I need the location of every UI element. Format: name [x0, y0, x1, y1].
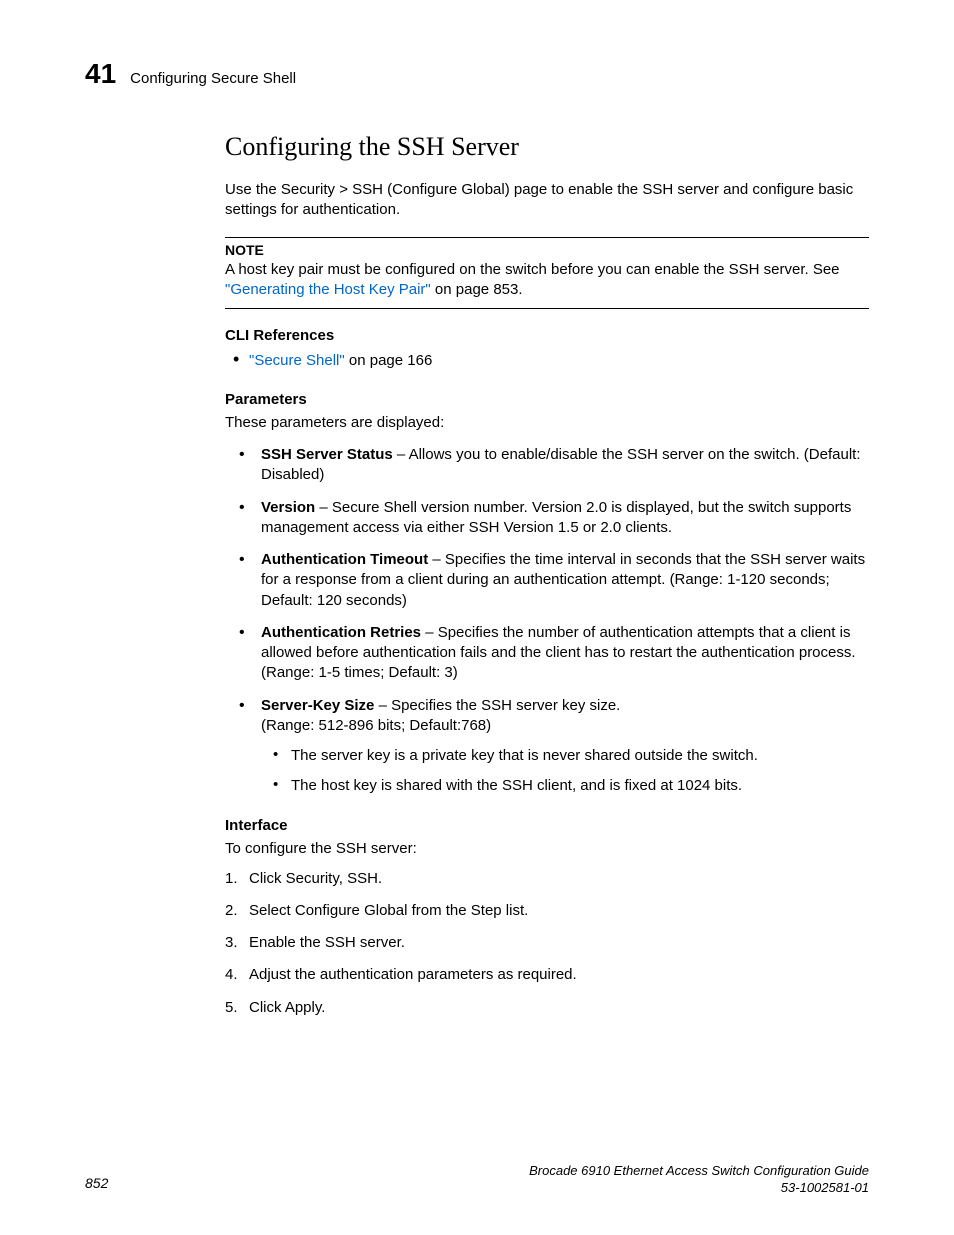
- steps-list: 1. Click Security, SSH. 2. Select Configur…: [225, 869, 869, 1018]
- param-name: SSH Server Status: [261, 446, 393, 463]
- note-link[interactable]: "Generating the Host Key Pair": [225, 281, 431, 298]
- page-content: Configuring the SSH Server Use the Secur…: [225, 132, 869, 1030]
- parameters-heading: Parameters: [225, 391, 869, 408]
- param-subitem: The host key is shared with the SSH clie…: [261, 776, 869, 796]
- cli-item: "Secure Shell" on page 166: [225, 350, 869, 371]
- note-text-after: on page 853.: [431, 281, 523, 298]
- chapter-title: Configuring Secure Shell: [130, 70, 296, 87]
- interface-heading: Interface: [225, 817, 869, 834]
- cli-list: "Secure Shell" on page 166: [225, 350, 869, 371]
- page-number: 852: [85, 1175, 108, 1191]
- step-text: Adjust the authentication parameters as …: [249, 966, 577, 983]
- cli-heading: CLI References: [225, 327, 869, 344]
- chapter-number: 41: [85, 58, 116, 90]
- param-item: SSH Server Status – Allows you to enable…: [225, 445, 869, 486]
- param-item: Authentication Timeout – Specifies the t…: [225, 550, 869, 611]
- param-item: Version – Secure Shell version number. V…: [225, 498, 869, 539]
- note-text: A host key pair must be configured on th…: [225, 260, 869, 301]
- interface-intro: To configure the SSH server:: [225, 840, 869, 857]
- step-text: Click Security, SSH.: [249, 870, 382, 887]
- step-number: 4.: [225, 965, 238, 985]
- step-item: 2. Select Configure Global from the Step …: [225, 901, 869, 921]
- step-item: 1. Click Security, SSH.: [225, 869, 869, 889]
- note-title: NOTE: [225, 242, 869, 258]
- step-item: 4. Adjust the authentication parameters a…: [225, 965, 869, 985]
- step-item: 3. Enable the SSH server.: [225, 933, 869, 953]
- page-header: 41 Configuring Secure Shell: [85, 58, 869, 90]
- param-item: Server-Key Size – Specifies the SSH serv…: [225, 696, 869, 797]
- parameters-intro: These parameters are displayed:: [225, 414, 869, 431]
- step-text: Enable the SSH server.: [249, 934, 405, 951]
- footer-right: Brocade 6910 Ethernet Access Switch Conf…: [529, 1163, 869, 1197]
- step-number: 3.: [225, 933, 238, 953]
- intro-paragraph: Use the Security > SSH (Configure Global…: [225, 180, 869, 221]
- param-item: Authentication Retries – Specifies the n…: [225, 623, 869, 684]
- param-name: Authentication Timeout: [261, 551, 428, 568]
- step-item: 5. Click Apply.: [225, 998, 869, 1018]
- param-subitem: The server key is a private key that is …: [261, 746, 869, 766]
- footer-doc-id: 53-1002581-01: [529, 1180, 869, 1197]
- step-number: 5.: [225, 998, 238, 1018]
- footer-guide: Brocade 6910 Ethernet Access Switch Conf…: [529, 1163, 869, 1180]
- param-name: Version: [261, 499, 315, 516]
- param-desc-line2: (Range: 512-896 bits; Default:768): [261, 717, 491, 734]
- cli-text-after: on page 166: [345, 352, 433, 369]
- param-desc: – Secure Shell version number. Version 2…: [261, 499, 851, 536]
- step-number: 1.: [225, 869, 238, 889]
- param-sublist: The server key is a private key that is …: [261, 746, 869, 797]
- step-text: Select Configure Global from the Step li…: [249, 902, 528, 919]
- cli-link[interactable]: "Secure Shell": [249, 352, 345, 369]
- note-text-before: A host key pair must be configured on th…: [225, 261, 840, 278]
- parameters-list: SSH Server Status – Allows you to enable…: [225, 445, 869, 797]
- section-heading: Configuring the SSH Server: [225, 132, 869, 162]
- param-name: Authentication Retries: [261, 624, 421, 641]
- note-block: NOTE A host key pair must be configured …: [225, 237, 869, 310]
- param-desc-line1: – Specifies the SSH server key size.: [374, 697, 620, 714]
- step-text: Click Apply.: [249, 999, 325, 1016]
- param-name: Server-Key Size: [261, 697, 374, 714]
- step-number: 2.: [225, 901, 238, 921]
